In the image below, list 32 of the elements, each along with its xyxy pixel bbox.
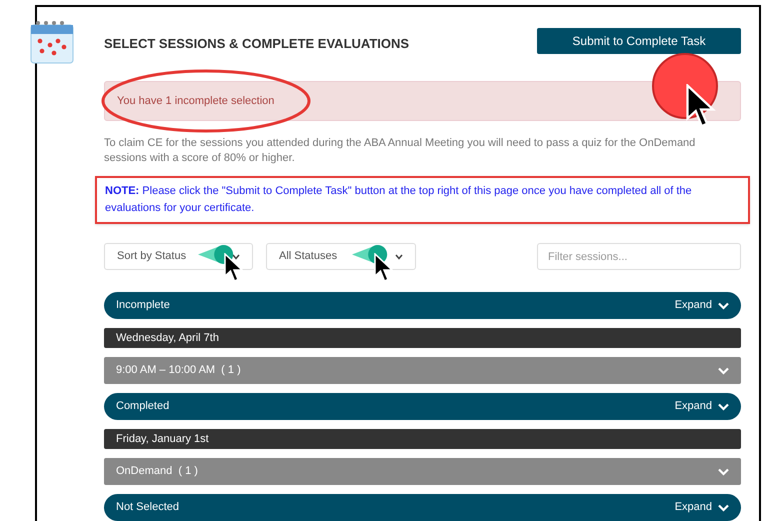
expand-label: Expand <box>674 500 712 516</box>
submit-button[interactable]: Submit to Complete Task <box>537 28 741 54</box>
time-slot-bar[interactable]: OnDemand ( 1 ) <box>104 458 741 485</box>
sort-dropdown[interactable]: Sort by Status <box>104 243 253 270</box>
slot-label: OnDemand ( 1 ) <box>116 464 198 480</box>
group-label: Not Selected <box>116 500 179 516</box>
status-group-bar[interactable]: Completed Expand <box>104 393 741 420</box>
page-title: SELECT SESSIONS & COMPLETE EVALUATIONS <box>104 35 410 54</box>
note-text: NOTE: Please click the "Submit to Complete Task" button at the top right of this page once you have completed all of the evaluations for your certificate. <box>105 184 693 216</box>
chevron-down-icon <box>718 504 729 512</box>
group-label: Completed <box>116 399 170 414</box>
chevron-down-icon <box>395 254 403 260</box>
chevron-down-icon <box>718 302 729 310</box>
expand-label: Expand <box>674 298 712 314</box>
alert-text: You have 1 incomplete selection <box>117 94 274 109</box>
filter-sessions-field[interactable]: Filter sessions... <box>537 243 741 270</box>
pointer-cursor-icon <box>224 253 244 283</box>
status-group-bar[interactable]: Not Selected Expand <box>104 494 741 521</box>
chevron-down-icon <box>718 366 729 374</box>
intro-paragraph: To claim CE for the sessions you attended during the ABA Annual Meeting you will need to pass a quiz for the OnDemand sessions with a score of 80% or higher. <box>104 136 696 166</box>
time-slot-bar[interactable]: 9:00 AM – 10:00 AM ( 1 ) <box>104 357 741 384</box>
date-heading: Friday, January 1st <box>104 429 741 449</box>
expand-label: Expand <box>674 399 712 414</box>
chevron-down-icon <box>718 402 729 410</box>
status-group-bar[interactable]: Incomplete Expand <box>104 292 741 319</box>
group-label: Incomplete <box>116 298 170 314</box>
date-heading: Wednesday, April 7th <box>104 328 741 348</box>
status-dropdown[interactable]: All Statuses <box>266 243 416 270</box>
chevron-down-icon <box>232 254 240 260</box>
slot-label: 9:00 AM – 10:00 AM ( 1 ) <box>116 363 241 378</box>
pointer-cursor-icon <box>374 253 394 283</box>
chevron-down-icon <box>718 468 729 476</box>
